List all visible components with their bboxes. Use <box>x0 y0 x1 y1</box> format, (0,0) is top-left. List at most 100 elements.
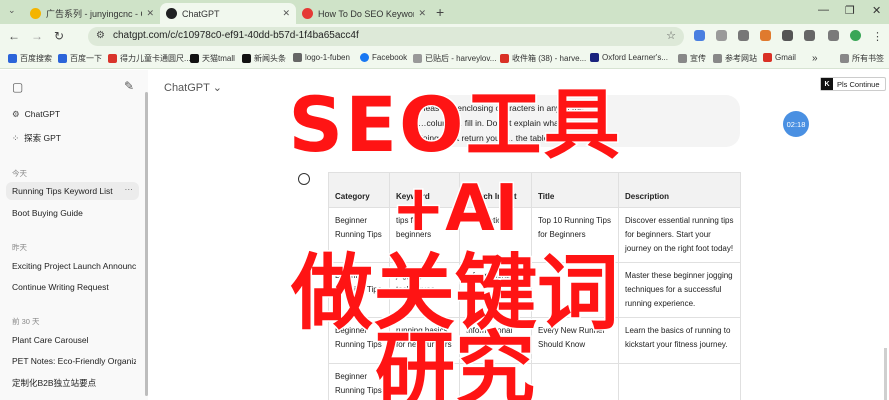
sidebar-item-chatgpt[interactable]: ⚙ ChatGPT <box>12 109 136 120</box>
table-cell <box>531 363 619 400</box>
shop-icon <box>108 54 117 63</box>
menu-kebab-icon[interactable]: ⋮ <box>872 30 883 43</box>
table-cell <box>459 363 532 400</box>
table-cell <box>618 363 741 400</box>
sidebar: ▢ ✎ ⚙ ChatGPT ⁘ 探索 GPT 今天 Running Tips Key… <box>0 70 148 400</box>
bookmarks-overflow-icon[interactable]: » <box>812 53 818 64</box>
table-cell: jogging techniques <box>389 262 460 318</box>
baidu-icon <box>58 54 67 63</box>
tab-seo-keyword[interactable]: How To Do SEO Keyword Re ✕ <box>296 3 432 24</box>
tmall-icon <box>190 54 199 63</box>
history-item[interactable]: Running Tips Keyword List ··· <box>6 182 139 200</box>
table-cell: Beginner Running Tips <box>328 207 390 263</box>
back-icon[interactable]: ← <box>8 29 20 43</box>
more-options-icon[interactable]: ··· <box>125 184 134 194</box>
table-row: Beginner Running Tips running basics for… <box>328 317 741 364</box>
close-tab-icon[interactable]: ✕ <box>146 8 154 19</box>
bookmark-item[interactable]: 百度一下 <box>58 53 102 64</box>
site-info-icon[interactable]: ⚙ <box>96 30 105 41</box>
history-item[interactable]: Exciting Project Launch Announc <box>12 261 136 271</box>
close-tab-icon[interactable]: ✕ <box>282 8 290 19</box>
maximize-icon[interactable]: ❐ <box>845 4 855 17</box>
facebook-icon <box>360 53 369 62</box>
grid-icon: ⁘ <box>12 133 20 143</box>
minimize-icon[interactable]: — <box>818 4 829 16</box>
extension-icon[interactable] <box>738 30 749 41</box>
bookmark-item[interactable]: 已贴后 - harveylov... <box>413 53 496 64</box>
chatgpt-favicon-icon <box>166 8 177 19</box>
history-item[interactable]: PET Notes: Eco-Friendly Organiz <box>12 356 136 366</box>
table-header-row: Category Keyword Search Intent Title Des… <box>328 172 741 208</box>
youtube-favicon-icon <box>302 8 313 19</box>
bookmark-folder[interactable]: 参考网站 <box>713 53 757 64</box>
bookmark-item[interactable]: 天猫tmall <box>190 53 235 64</box>
bookmark-folder[interactable]: 宣传 <box>678 53 706 64</box>
column-header: Title <box>531 172 619 208</box>
table-cell: Discover essential running tips for begi… <box>618 207 741 263</box>
bookmark-item[interactable]: Gmail <box>763 53 796 62</box>
tab-chatgpt[interactable]: ChatGPT ✕ <box>160 3 296 24</box>
bookmark-item[interactable]: 收件箱 (38) - harve... <box>500 53 586 64</box>
new-chat-icon[interactable]: ✎ <box>124 79 134 93</box>
table-cell: Beginner Running Tips <box>328 262 390 318</box>
keyword-table: Category Keyword Search Intent Title Des… <box>328 172 741 400</box>
bookmark-item[interactable]: 得力儿童卡通圆尺... <box>108 53 191 64</box>
sidebar-scrollbar[interactable] <box>145 92 148 396</box>
downloads-icon[interactable] <box>828 30 839 41</box>
tab-title: How To Do SEO Keyword Re <box>318 8 414 19</box>
forward-icon[interactable]: → <box>31 29 43 43</box>
bookmark-item[interactable]: 百度搜索 <box>8 53 52 64</box>
new-tab-icon[interactable]: + <box>436 4 444 20</box>
timer-badge: 02:18 <box>783 111 809 137</box>
table-cell <box>531 262 619 318</box>
chevron-down-icon: ⌄ <box>212 82 222 94</box>
history-group-30-days: 前 30 天 <box>12 317 40 326</box>
extension-icon[interactable] <box>716 30 727 41</box>
tab-strip: ⌄ 广告系列 - junyingcnc - Goo ✕ ChatGPT ✕ Ho… <box>0 0 889 24</box>
history-item[interactable]: 定制化B2B独立站要点 <box>12 377 136 389</box>
history-item[interactable]: Boot Buying Guide <box>12 208 136 218</box>
bookmark-item[interactable]: 新闻头条 <box>242 53 286 64</box>
reload-icon[interactable]: ↻ <box>54 29 64 43</box>
tab-search-icon[interactable]: ⌄ <box>8 5 16 16</box>
address-bar[interactable]: ⚙ chatgpt.com/c/c10978c0-ef91-40dd-b57d-… <box>88 27 684 46</box>
main-scrollbar[interactable] <box>884 348 887 400</box>
google-ads-favicon-icon <box>30 8 41 19</box>
bookmark-item[interactable]: Oxford Learner's... <box>590 53 668 62</box>
table-cell: Learn the basics of running to kickstart… <box>618 317 741 364</box>
column-header: Keyword <box>389 172 460 208</box>
model-selector[interactable]: ChatGPT ⌄ <box>164 81 222 94</box>
close-tab-icon[interactable]: ✕ <box>418 8 426 19</box>
column-header: Search Intent <box>459 172 532 208</box>
puzzle-extensions-icon[interactable] <box>804 30 815 41</box>
tab-title: 广告系列 - junyingcnc - Goo <box>46 9 142 19</box>
bookmark-item[interactable]: logo-1-fuben <box>293 53 350 62</box>
history-group-yesterday: 昨天 <box>12 243 27 252</box>
history-item[interactable]: Continue Writing Request <box>12 282 136 292</box>
extension-icon[interactable] <box>760 30 771 41</box>
bookmark-item[interactable]: Facebook <box>360 53 407 62</box>
table-cell: Informational <box>459 317 532 364</box>
table-cell <box>389 363 460 400</box>
sidebar-toggle-icon[interactable]: ▢ <box>12 80 23 94</box>
translate-extension-icon[interactable] <box>694 30 705 41</box>
table-cell: tips for beginners <box>389 207 460 263</box>
pls-continue-button[interactable]: K Pls Continue <box>820 77 886 91</box>
address-url[interactable]: chatgpt.com/c/c10978c0-ef91-40dd-b57d-1f… <box>113 30 359 41</box>
extension-logo-icon: K <box>821 78 833 90</box>
baidu-icon <box>8 54 17 63</box>
history-item[interactable]: Plant Care Carousel <box>12 335 136 345</box>
column-header: Description <box>618 172 741 208</box>
mail-icon <box>413 54 422 63</box>
sidebar-item-explore-gpt[interactable]: ⁘ 探索 GPT <box>12 132 136 144</box>
bookmark-star-icon[interactable]: ☆ <box>666 29 676 42</box>
table-cell: Master these beginner jogging techniques… <box>618 262 741 318</box>
tab-google-ads[interactable]: 广告系列 - junyingcnc - Goo ✕ <box>24 3 160 24</box>
assistant-avatar-icon <box>298 173 310 185</box>
bookmark-folder[interactable]: 所有书签 <box>840 53 884 64</box>
close-window-icon[interactable]: ✕ <box>872 4 881 17</box>
extension-icon[interactable] <box>782 30 793 41</box>
avatar[interactable] <box>850 30 861 41</box>
oxford-icon <box>590 53 599 62</box>
user-message-text: Please … enclosing characters in any of … <box>418 103 592 143</box>
